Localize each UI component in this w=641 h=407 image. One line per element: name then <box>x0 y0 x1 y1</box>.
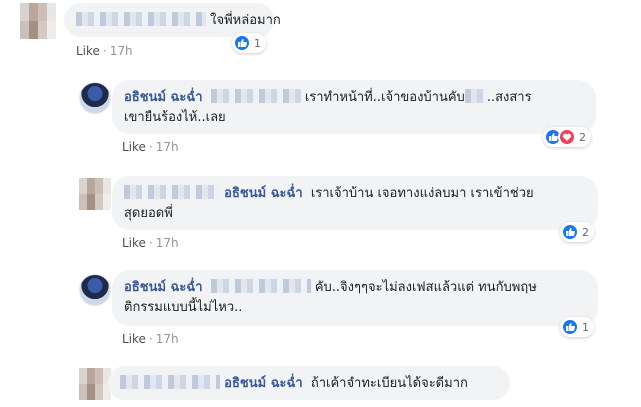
comment-text-cont: ..สงสาร <box>486 90 532 105</box>
reaction-summary[interactable]: 2 <box>560 222 594 242</box>
comment-bubble: อธิชนม์ ฉะฉ่ำ คับ..จิงๆๆจะไม่ลงเฟสแล้วแต… <box>112 270 598 326</box>
avatar[interactable] <box>79 274 111 306</box>
commenter-name[interactable]: อธิชนม์ ฉะฉ่ำ <box>124 280 203 295</box>
reaction-count: 2 <box>582 225 589 239</box>
reaction-count: 1 <box>254 36 261 50</box>
timestamp[interactable]: 17h <box>156 236 179 250</box>
redacted-tag <box>464 89 487 103</box>
comment-meta: Like · 17h <box>122 332 179 346</box>
reaction-summary[interactable]: 1 <box>232 33 266 53</box>
like-link[interactable]: Like <box>122 140 146 154</box>
avatar[interactable] <box>79 178 111 210</box>
redacted-tag <box>210 279 311 293</box>
comment-text: ถ้าเค้าจำทะเบียนได้จะดีมาก <box>310 376 468 391</box>
comment-bubble: ใจพี่หล่อมาก <box>64 3 281 37</box>
like-link[interactable]: Like <box>76 44 100 58</box>
redacted-name <box>76 12 206 26</box>
comment-bubble: อธิชนม์ ฉะฉ่ำ เราเจ้าบ้าน เจอทางแง่ลบมา … <box>112 176 598 230</box>
reaction-count: 2 <box>579 130 586 144</box>
comment-text: คับ..จิงๆๆจะไม่ลงเฟสแล้วแต่ ทนกับพฤษ <box>314 280 537 295</box>
reaction-count: 1 <box>582 320 589 334</box>
comment-text: ใจพี่หล่อมาก <box>210 13 281 28</box>
timestamp[interactable]: 17h <box>110 44 133 58</box>
comment-meta: Like · 17h <box>122 140 179 154</box>
comment-bubble: อธิชนม์ ฉะฉ่ำ ถ้าเค้าจำทะเบียนได้จะดีมาก <box>108 366 510 400</box>
avatar[interactable] <box>79 368 111 400</box>
like-reaction-icon <box>561 318 579 336</box>
comment-text-line2: เขายืนร้องไห้..เลย <box>124 110 226 125</box>
comment-text: เราทำหน้าที่..เจ้าของบ้านคับ <box>304 90 465 105</box>
comment-bubble: อธิชนม์ ฉะฉ่ำ เราทำหน้าที่..เจ้าของบ้านค… <box>112 80 596 134</box>
like-link[interactable]: Like <box>122 236 146 250</box>
like-reaction-icon <box>561 223 579 241</box>
avatar[interactable] <box>20 3 56 39</box>
comment-text: เราเจ้าบ้าน เจอทางแง่ลบมา เราเข้าช่วย <box>310 186 534 201</box>
commenter-name[interactable]: อธิชนม์ ฉะฉ่ำ <box>124 90 203 105</box>
comment-text-line2: สุดยอดพี่ <box>124 206 173 221</box>
avatar[interactable] <box>79 82 111 114</box>
redacted-tag <box>124 185 220 199</box>
commenter-name[interactable]: อธิชนม์ ฉะฉ่ำ <box>224 186 303 201</box>
redacted-tag <box>210 89 301 103</box>
comment-meta: Like · 17h <box>76 44 133 58</box>
reaction-summary[interactable]: 2 <box>543 127 591 147</box>
like-link[interactable]: Like <box>122 332 146 346</box>
like-reaction-icon <box>233 34 251 52</box>
timestamp[interactable]: 17h <box>156 140 179 154</box>
comment-text-line2: ติกรรมแบบนี้ไม่ไหว.. <box>124 300 243 315</box>
comment-thread: ใจพี่หล่อมาก Like · 17h 1 อธิชนม์ ฉะฉ่ำ เร… <box>0 0 641 407</box>
redacted-tag <box>120 375 220 389</box>
commenter-name[interactable]: อธิชนม์ ฉะฉ่ำ <box>224 376 303 391</box>
reaction-summary[interactable]: 1 <box>560 317 594 337</box>
love-reaction-icon <box>558 128 576 146</box>
comment-meta: Like · 17h <box>122 236 179 250</box>
timestamp[interactable]: 17h <box>156 332 179 346</box>
